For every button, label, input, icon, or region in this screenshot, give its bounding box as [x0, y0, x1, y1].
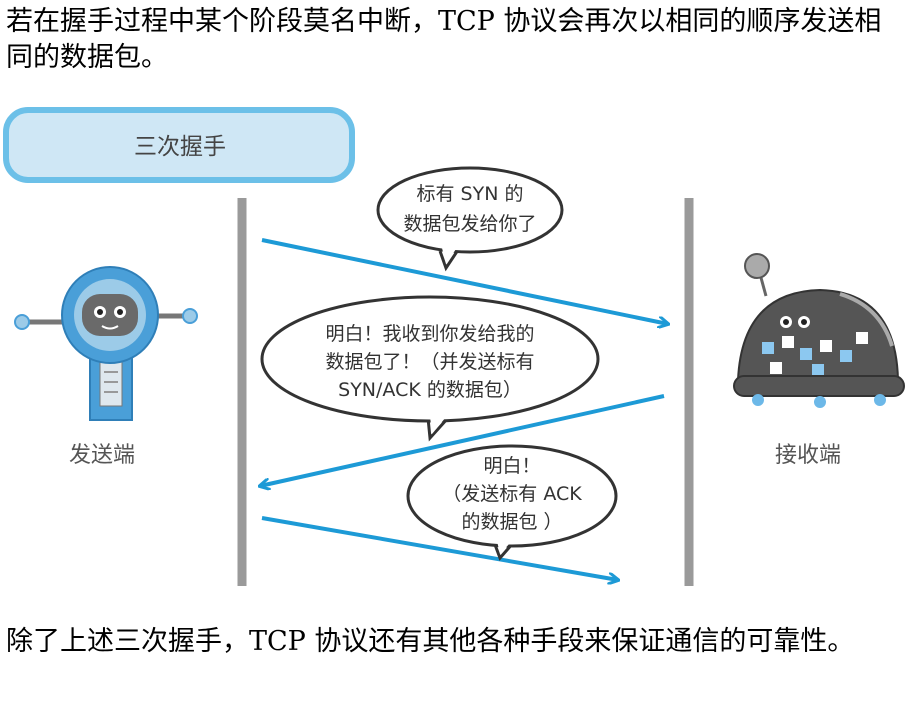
sender-label: 发送端: [69, 443, 135, 468]
bubble1-line1: 标有 SYN 的: [417, 183, 524, 205]
bubble2-line3: SYN/ACK 的数据包）: [338, 379, 522, 401]
intro-paragraph: 若在握手过程中某个阶段莫名中断，TCP 协议会再次以相同的顺序发送相同的数据包。: [6, 6, 882, 73]
bubble3-line2: （发送标有 ACK: [442, 483, 582, 505]
receiver-robot-icon: [733, 253, 905, 408]
receiver-label: 接收端: [775, 443, 841, 468]
syn-speech-bubble: 标有 SYN 的 数据包发给你了: [376, 166, 564, 272]
title-box: 三次握手: [3, 107, 355, 183]
bubble2-line1: 明白！我收到你发给我的: [325, 323, 534, 345]
outro-paragraph: 除了上述三次握手，TCP 协议还有其他各种手段来保证通信的可靠性。: [6, 626, 855, 657]
figure-title: 三次握手: [134, 134, 226, 160]
syn-ack-speech-bubble: 明白！我收到你发给我的 数据包了！（并发送标有 SYN/ACK 的数据包）: [260, 295, 600, 442]
ack-speech-bubble: 明白！ （发送标有 ACK 的数据包 ）: [406, 444, 618, 561]
bubble2-line2: 数据包了！（并发送标有: [325, 351, 534, 373]
bubble1-line2: 数据包发给你了: [403, 213, 536, 235]
three-way-handshake-figure: 三次握手 标有 SYN 的 数据包发给你了 明白！我收到你发给我的 数据包了！（…: [3, 107, 905, 586]
bubble3-line3: 的数据包 ）: [461, 511, 562, 533]
sender-robot-icon: [14, 266, 198, 421]
bubble3-line1: 明白！: [483, 455, 540, 477]
